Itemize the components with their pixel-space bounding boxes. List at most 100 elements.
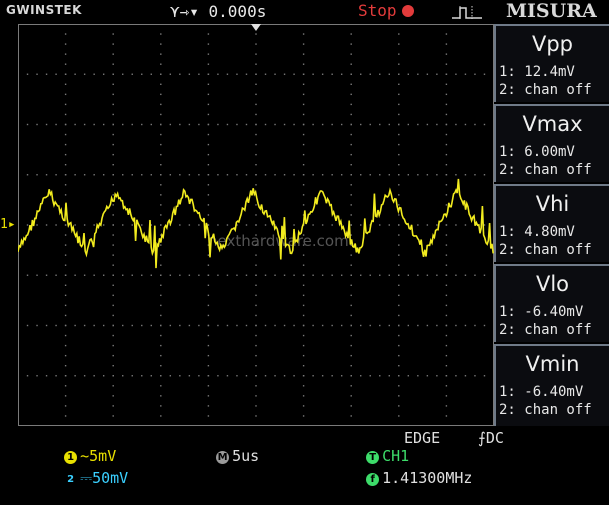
grid-dot (112, 254, 114, 256)
grid-dot (141, 123, 143, 126)
grid-dot (207, 395, 210, 397)
measure-vpp[interactable]: Vpp 1: 12.4mV 2: chan off (494, 24, 609, 102)
grid-dot (207, 415, 210, 417)
grid-dot (207, 43, 210, 45)
run-stop-status[interactable]: Stop (358, 1, 414, 20)
measure-vmin[interactable]: Vmin 1: -6.40mV 2: chan off (494, 344, 609, 426)
grid-dot (302, 194, 305, 196)
grid-dot (398, 224, 400, 226)
grid-dot (226, 174, 229, 176)
stop-dot-icon (401, 5, 414, 17)
grid-dot (26, 123, 29, 126)
grid-dot (45, 174, 48, 176)
grid-dot (350, 375, 352, 377)
grid-dot (160, 294, 162, 297)
grid-dot (398, 214, 400, 216)
grid-dot (302, 254, 305, 256)
grid-dot (388, 375, 390, 377)
grid-dot (321, 224, 324, 226)
grid-dot (55, 224, 57, 226)
grid-dot (169, 324, 172, 327)
grid-dot (407, 174, 410, 176)
grid-dot (398, 33, 400, 35)
measure-vlo[interactable]: Vlo 1: -6.40mV 2: chan off (494, 264, 609, 342)
grid-dot (207, 274, 210, 276)
trigger-coupling[interactable]: ⨍DC (478, 429, 504, 447)
grid-dot (398, 395, 400, 397)
grid-dot (93, 324, 95, 327)
measure-title: Vlo (535, 272, 570, 296)
grid-dot (236, 375, 238, 377)
grid-dot (407, 123, 410, 126)
frequency-readout: f 1.41300MHz (330, 451, 472, 505)
measure-ch2-value: 2: chan off (499, 162, 592, 178)
grid-dot (312, 324, 314, 327)
grid-dot (160, 405, 162, 407)
grid-dot (207, 33, 210, 35)
grid-dot (445, 123, 448, 126)
grid-dot (207, 73, 210, 75)
grid-dot (398, 63, 400, 65)
trigger-edge-icon (452, 6, 482, 19)
bottom-status-bar: 1 ~5mV 2 ⎓50mV M 5us T CH1 EDGE ⨍DC f 1.41300… (0, 426, 609, 487)
grid-dot (426, 174, 429, 176)
grid-dot (464, 123, 467, 126)
grid-dot (398, 73, 400, 75)
grid-dot (160, 153, 162, 156)
grid-dot (141, 174, 143, 176)
grid-dot (217, 375, 219, 377)
grid-dot (64, 33, 67, 35)
grid-dot (398, 344, 400, 347)
grid-dot (426, 73, 429, 75)
grid-dot (302, 73, 305, 75)
grid-dot (398, 204, 400, 206)
grid-dot (160, 224, 162, 226)
grid-dot (379, 324, 381, 327)
grid-dot (455, 224, 457, 226)
grid-dot (217, 224, 219, 226)
grid-dot (255, 334, 257, 337)
time-div[interactable]: M 5us (180, 429, 259, 483)
grid-dot (464, 324, 467, 327)
mode-label[interactable]: MISURA (506, 0, 597, 22)
grid-dot (360, 174, 362, 176)
grid-dot (302, 334, 305, 337)
grid-dot (398, 415, 400, 417)
grid-dot (283, 174, 286, 176)
grid-dot (64, 385, 67, 387)
brand-name: INSTEK (30, 3, 82, 17)
grid-dot (302, 395, 305, 397)
trigger-type[interactable]: EDGE (404, 429, 440, 447)
grid-dot (312, 274, 314, 276)
grid-dot (188, 73, 191, 75)
grid-dot (64, 375, 67, 377)
grid-dot (350, 365, 352, 367)
grid-dot (255, 304, 257, 307)
time-div-value: 5us (232, 447, 260, 465)
grid-dot (398, 164, 400, 166)
grid-dot (398, 184, 400, 186)
grid-dot (464, 174, 467, 176)
grid-dot (255, 274, 257, 276)
grid-dot (255, 133, 257, 136)
grid-dot (417, 324, 419, 327)
measure-vmax[interactable]: Vmax 1: 6.00mV 2: chan off (494, 104, 609, 182)
grid-dot (112, 174, 114, 176)
grid-dot (350, 194, 352, 196)
grid-dot (102, 174, 105, 176)
grid-dot (350, 304, 352, 307)
grid-dot (64, 344, 67, 347)
grid-dot (293, 324, 295, 327)
ch2-scale[interactable]: 2 ⎓50mV (28, 451, 128, 505)
grid-dot (160, 344, 162, 347)
grid-dot (64, 143, 67, 146)
grid-dot (369, 123, 371, 126)
grid-dot (236, 274, 238, 276)
measure-vhi[interactable]: Vhi 1: 4.80mV 2: chan off (494, 184, 609, 262)
grid-dot (312, 123, 314, 126)
grid-dot (350, 284, 352, 286)
grid-dot (283, 274, 286, 276)
grid-dot (302, 174, 305, 176)
grid-dot (160, 123, 162, 126)
timebase-offset[interactable]: ⋎⇾▾ 0.000s (170, 2, 266, 21)
